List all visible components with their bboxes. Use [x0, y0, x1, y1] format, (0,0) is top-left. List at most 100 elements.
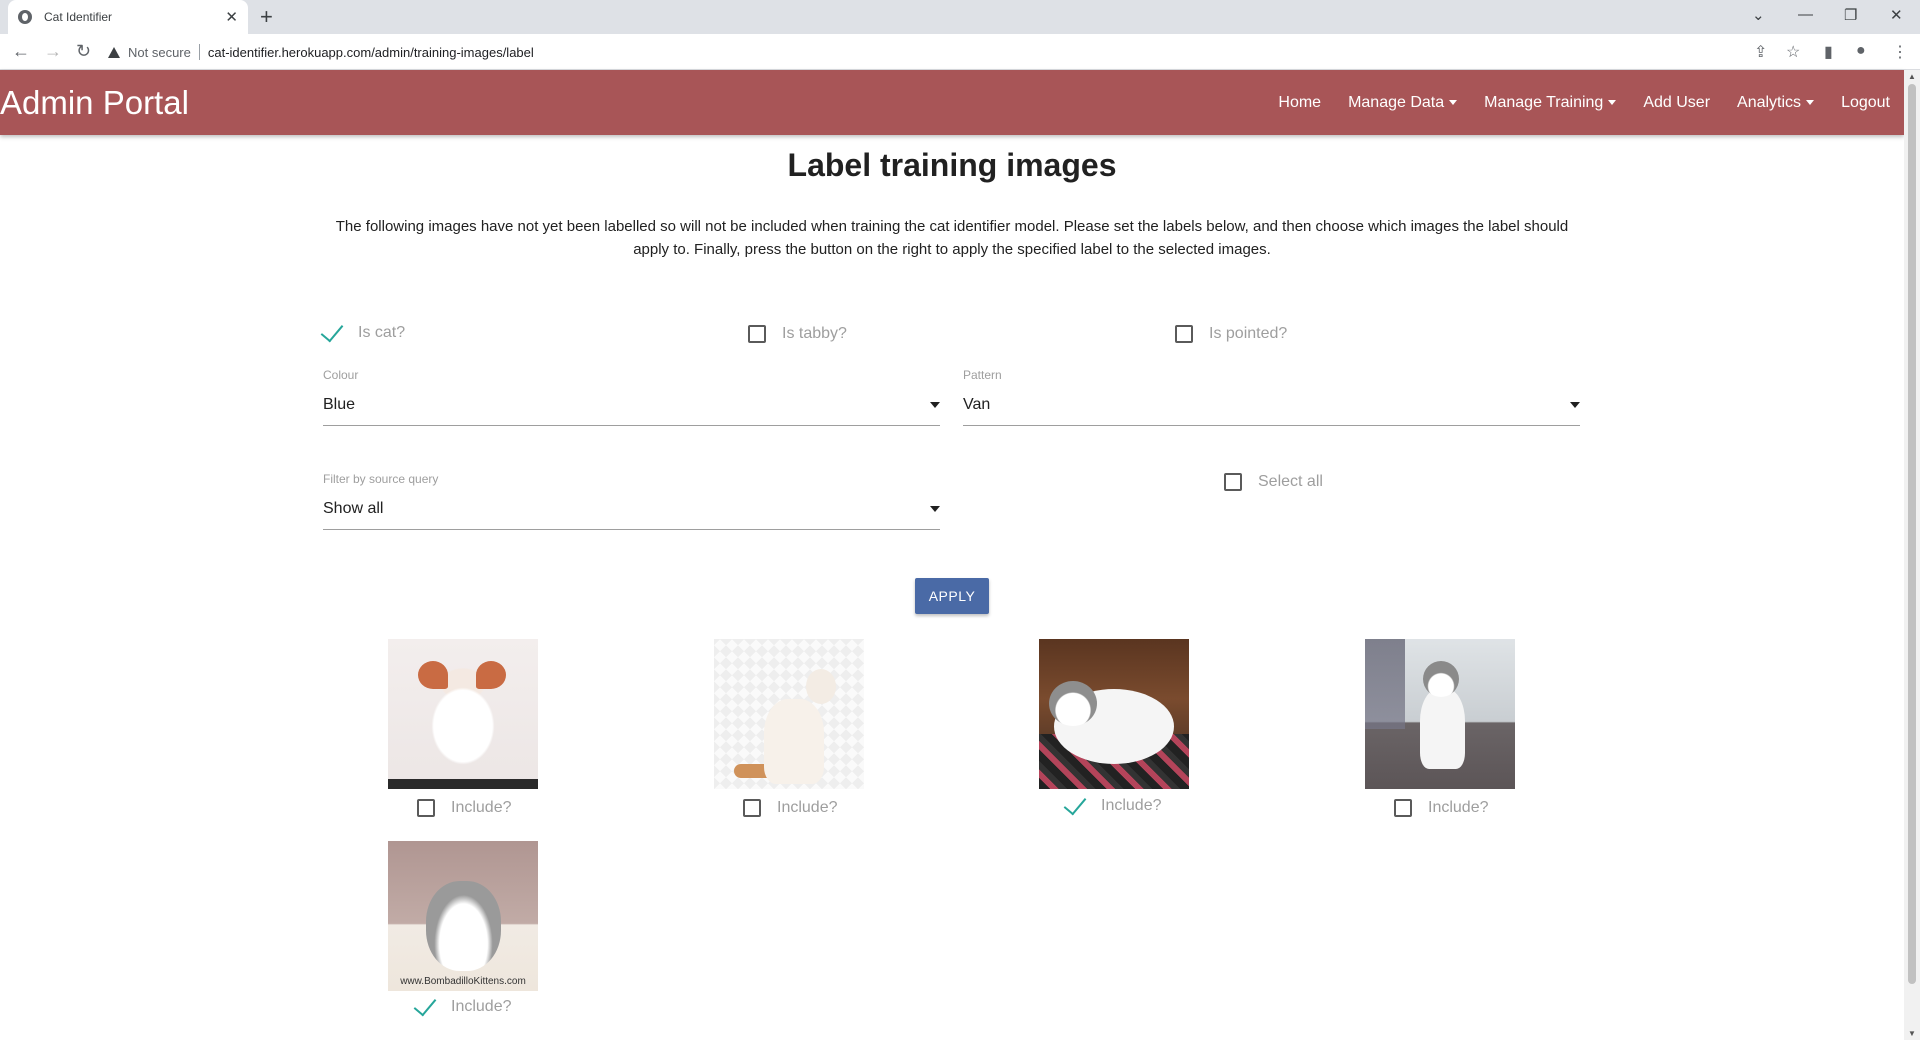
nav-logout[interactable]: Logout: [1841, 94, 1890, 112]
browser-tab[interactable]: Cat Identifier ✕: [8, 0, 248, 34]
image-watermark: www.BombadilloKittens.com: [400, 976, 526, 987]
caret-down-icon: [1806, 99, 1815, 105]
include-label: Include?: [1101, 797, 1162, 814]
colour-field: Colour Blue: [323, 368, 940, 426]
back-icon[interactable]: ←: [12, 41, 30, 62]
dropdown-arrow-icon: [930, 505, 940, 512]
page-scrollbar[interactable]: ▲ ▼: [1904, 70, 1920, 1040]
scroll-down-icon[interactable]: ▼: [1908, 1029, 1916, 1038]
is-tabby-label: Is tabby?: [782, 325, 847, 342]
reload-icon[interactable]: ↻: [76, 41, 91, 62]
share-icon[interactable]: ⇪: [1754, 42, 1767, 62]
nav-add-user[interactable]: Add User: [1643, 94, 1710, 112]
address-bar: ← → ↻ Not secure cat-identifier.herokuap…: [0, 34, 1920, 70]
checkbox-box: [748, 325, 766, 343]
restore-icon[interactable]: ❐: [1844, 6, 1857, 24]
image-detail: [764, 699, 824, 784]
dropdown-arrow-icon: [930, 401, 940, 408]
warning-icon: [108, 46, 120, 58]
forward-icon[interactable]: →: [44, 41, 62, 62]
is-pointed-label: Is pointed?: [1209, 325, 1288, 342]
app-navbar: Admin Portal Home Manage Data Manage Tra…: [0, 70, 1904, 135]
bookmark-star-icon[interactable]: ☆: [1786, 42, 1800, 62]
scrollbar-thumb[interactable]: [1908, 84, 1916, 984]
is-cat-checkbox[interactable]: Is cat?: [320, 318, 406, 342]
nav-manage-data[interactable]: Manage Data: [1348, 93, 1458, 112]
image-detail: [1423, 661, 1459, 697]
include-label: Include?: [777, 799, 838, 816]
tab-search-icon[interactable]: ⌄: [1752, 6, 1765, 24]
side-panel-icon[interactable]: ▮: [1824, 42, 1833, 62]
training-image-2: [714, 639, 864, 789]
dropdown-arrow-icon: [1570, 401, 1580, 408]
caret-down-icon: [1608, 99, 1617, 105]
nav-manage-training[interactable]: Manage Training: [1484, 93, 1617, 112]
pattern-select[interactable]: Van: [963, 394, 1580, 426]
training-image-3: [1039, 639, 1189, 789]
select-all-label: Select all: [1258, 473, 1323, 490]
include-label: Include?: [451, 998, 512, 1015]
filter-field: Filter by source query Show all: [323, 472, 940, 530]
include-checkbox-3[interactable]: Include?: [1063, 791, 1162, 815]
image-detail: [1365, 639, 1405, 729]
training-image-1: [388, 639, 538, 789]
pattern-field: Pattern Van: [963, 368, 1580, 426]
minimize-icon[interactable]: —: [1798, 6, 1813, 23]
apply-button[interactable]: APPLY: [915, 578, 989, 614]
select-all-checkbox[interactable]: Select all: [1224, 473, 1323, 491]
pattern-label: Pattern: [963, 368, 1002, 382]
is-pointed-checkbox[interactable]: Is pointed?: [1175, 325, 1287, 343]
include-checkbox-2[interactable]: Include?: [743, 799, 838, 817]
image-detail: [806, 669, 836, 704]
colour-label: Colour: [323, 368, 359, 382]
nav-manage-training-label: Manage Training: [1484, 93, 1604, 111]
profile-icon[interactable]: ●: [1856, 42, 1866, 60]
new-tab-icon[interactable]: +: [260, 4, 273, 30]
caret-down-icon: [1449, 99, 1458, 105]
filter-label: Filter by source query: [323, 472, 439, 486]
menu-icon[interactable]: ⋮: [1892, 42, 1908, 62]
image-detail: [476, 661, 506, 689]
close-window-icon[interactable]: ✕: [1890, 6, 1903, 24]
checkbox-box: [1224, 473, 1242, 491]
nav-analytics-label: Analytics: [1737, 93, 1802, 111]
omnibox-divider: [198, 44, 200, 60]
filter-select[interactable]: Show all: [323, 498, 940, 530]
include-checkbox-4[interactable]: Include?: [1394, 799, 1489, 817]
is-cat-label: Is cat?: [358, 324, 406, 341]
checkbox-box: [1175, 325, 1193, 343]
image-detail: [1420, 689, 1465, 769]
checkmark-icon: [320, 318, 344, 342]
omnibox[interactable]: Not secure cat-identifier.herokuapp.com/…: [108, 38, 1798, 66]
image-detail: [418, 661, 448, 689]
nav-links: Home Manage Data Manage Training Add Use…: [1251, 70, 1890, 135]
nav-home[interactable]: Home: [1278, 94, 1321, 112]
intro-text: The following images have not yet been l…: [335, 218, 1569, 258]
image-detail: [388, 779, 538, 789]
tab-title: Cat Identifier: [44, 10, 113, 24]
nav-manage-data-label: Manage Data: [1348, 93, 1445, 111]
browser-tab-strip: Cat Identifier ✕ + ⌄ — ❐ ✕: [0, 0, 1920, 34]
image-detail: [426, 881, 501, 971]
close-tab-icon[interactable]: ✕: [225, 8, 238, 26]
page-title: Label training images: [787, 147, 1117, 183]
scroll-up-icon[interactable]: ▲: [1908, 72, 1916, 81]
url-text[interactable]: cat-identifier.herokuapp.com/admin/train…: [208, 45, 534, 60]
checkbox-box: [1394, 799, 1412, 817]
include-checkbox-5[interactable]: Include?: [413, 992, 512, 1016]
colour-value: Blue: [323, 395, 356, 413]
checkmark-icon: [413, 992, 437, 1016]
filter-value: Show all: [323, 499, 384, 517]
checkbox-box: [417, 799, 435, 817]
globe-icon: [18, 10, 32, 24]
nav-analytics[interactable]: Analytics: [1737, 93, 1815, 112]
colour-select[interactable]: Blue: [323, 394, 940, 426]
brand-logo[interactable]: Admin Portal: [0, 84, 189, 122]
checkbox-box: [743, 799, 761, 817]
is-tabby-checkbox[interactable]: Is tabby?: [748, 325, 847, 343]
training-image-4: [1365, 639, 1515, 789]
image-detail: [1049, 681, 1097, 726]
security-label: Not secure: [128, 44, 191, 60]
include-label: Include?: [451, 799, 512, 816]
include-checkbox-1[interactable]: Include?: [417, 799, 512, 817]
